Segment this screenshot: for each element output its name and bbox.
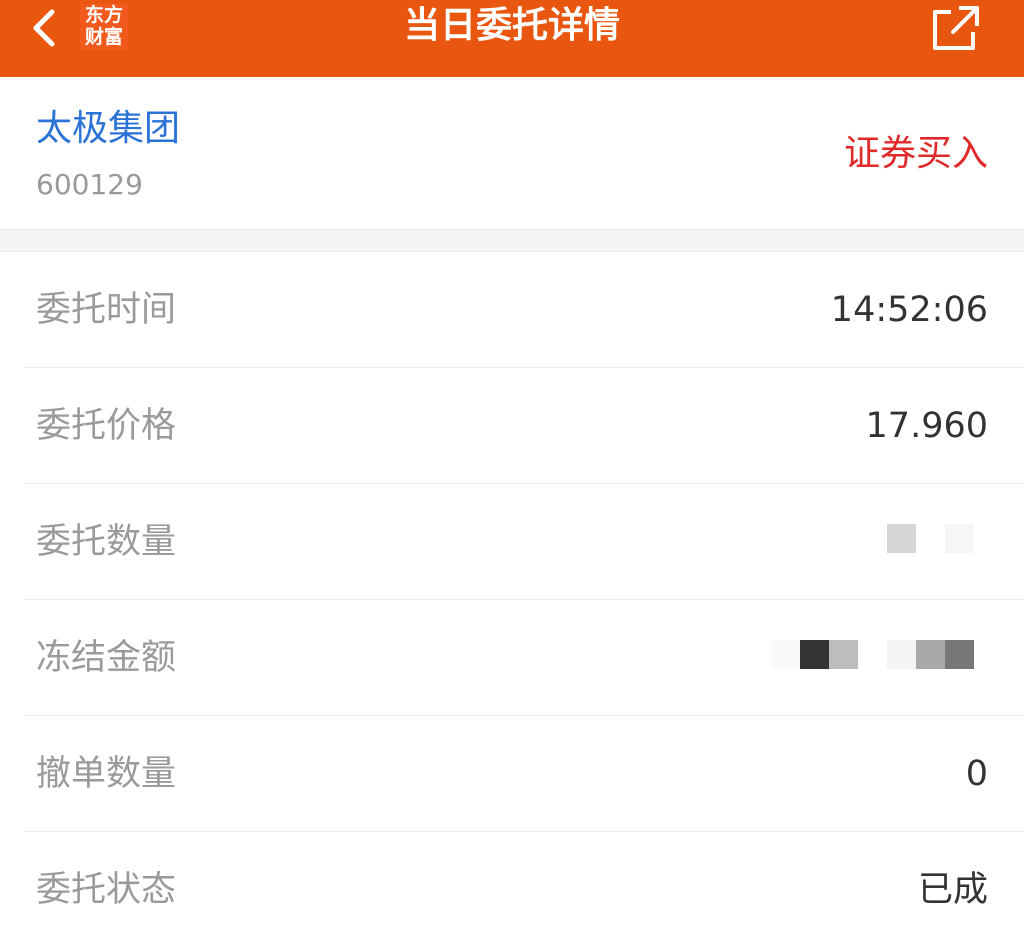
redacted-value: [887, 524, 974, 556]
order-action: 证券买入: [843, 133, 988, 174]
detail-row-order-price: 委托价格 17.960: [24, 368, 1024, 484]
detail-value: 0: [965, 754, 988, 794]
stock-summary: 太极集团 600129 证券买入: [0, 77, 1024, 229]
stock-name[interactable]: 太极集团: [36, 107, 180, 151]
detail-value: 17.960: [865, 406, 988, 446]
detail-label: 委托数量: [36, 522, 177, 562]
redacted-value: [771, 640, 974, 672]
detail-value: 已成: [917, 870, 988, 910]
detail-row-order-time: 委托时间 14:52:06: [24, 252, 1024, 368]
section-divider: [0, 229, 1024, 252]
share-button[interactable]: [929, 2, 983, 54]
detail-label: 冻结金额: [36, 638, 177, 678]
share-external-icon: [933, 6, 979, 50]
top-bar: 东方 财富 当日委托详情: [0, 0, 1024, 77]
order-details-list: 委托时间 14:52:06 委托价格 17.960 委托数量 冻结金额 撤单数量…: [0, 252, 1024, 948]
detail-label: 委托价格: [36, 406, 177, 446]
detail-row-order-quantity: 委托数量: [24, 484, 1024, 600]
stock-code: 600129: [36, 168, 143, 201]
detail-row-cancel-quantity: 撤单数量 0: [24, 716, 1024, 832]
detail-label: 撤单数量: [36, 754, 177, 794]
detail-label: 委托状态: [36, 870, 177, 910]
page-title: 当日委托详情: [403, 5, 620, 46]
detail-row-order-status: 委托状态 已成: [24, 832, 1024, 948]
detail-label: 委托时间: [36, 290, 177, 330]
detail-row-frozen-amount: 冻结金额: [24, 600, 1024, 716]
detail-value: 14:52:06: [830, 290, 988, 330]
